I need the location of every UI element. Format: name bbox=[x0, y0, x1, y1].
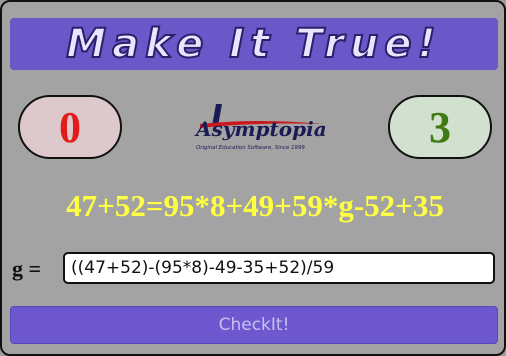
variable-label: g = bbox=[12, 256, 42, 281]
logo-wordmark: Asymptopia bbox=[194, 117, 327, 141]
right-score-counter: 3 bbox=[388, 95, 492, 159]
wrong-score-value: 0 bbox=[59, 102, 81, 152]
game-title: Make It True! bbox=[65, 20, 442, 68]
logo-graphic: Asymptopia Original Education Software, … bbox=[194, 104, 327, 151]
title-banner: Make It True! bbox=[10, 18, 498, 70]
check-it-button[interactable]: CheckIt! bbox=[10, 306, 498, 344]
logo-tagline: Original Education Software, Since 1999 bbox=[196, 145, 305, 151]
asymptopia-logo: Asymptopia Original Education Software, … bbox=[188, 98, 328, 158]
game-window: Make It True! 0 Asymptopia Original Educ… bbox=[0, 0, 506, 356]
wrong-score-counter: 0 bbox=[18, 95, 122, 159]
answer-input[interactable] bbox=[63, 252, 495, 284]
right-score-value: 3 bbox=[429, 102, 451, 152]
equation-display: 47+52=95*8+49+59*g-52+35 bbox=[66, 188, 444, 223]
